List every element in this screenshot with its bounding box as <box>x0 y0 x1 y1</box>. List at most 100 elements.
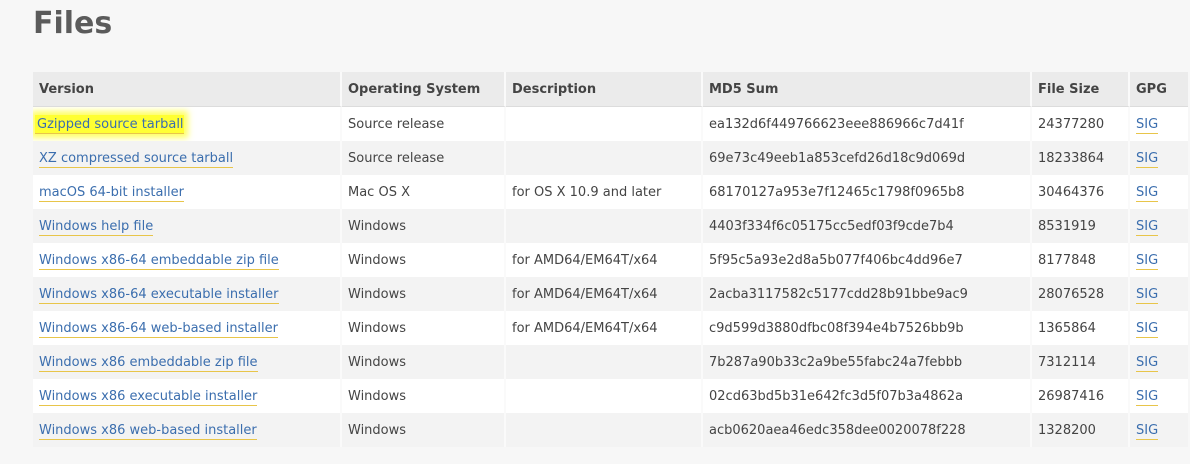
cell-version: Windows x86-64 executable installer <box>33 277 342 311</box>
cell-file-size: 1328200 <box>1032 413 1130 447</box>
header-md5-sum: MD5 Sum <box>703 72 1032 107</box>
sig-link[interactable]: SIG <box>1136 286 1159 304</box>
cell-version: macOS 64-bit installer <box>33 175 342 209</box>
cell-operating-system: Windows <box>342 345 506 379</box>
sig-link[interactable]: SIG <box>1136 252 1159 270</box>
sig-link[interactable]: SIG <box>1136 116 1159 134</box>
header-file-size: File Size <box>1032 72 1130 107</box>
download-link[interactable]: Windows x86-64 web-based installer <box>39 320 278 338</box>
download-link[interactable]: Gzipped source tarball <box>35 114 184 134</box>
cell-version: Windows x86-64 web-based installer <box>33 311 342 345</box>
cell-gpg: SIG <box>1130 379 1188 413</box>
cell-operating-system: Source release <box>342 107 506 141</box>
cell-file-size: 28076528 <box>1032 277 1130 311</box>
table-row: XZ compressed source tarball Source relea… <box>33 141 1188 175</box>
sig-link[interactable]: SIG <box>1136 218 1159 236</box>
cell-md5-sum: 7b287a90b33c2a9be55fabc24a7febbb <box>703 345 1032 379</box>
cell-description <box>506 141 703 175</box>
download-link[interactable]: Windows help file <box>39 218 154 236</box>
table-row: Windows x86 executable installer Windows 0… <box>33 379 1188 413</box>
cell-file-size: 18233864 <box>1032 141 1130 175</box>
cell-file-size: 8177848 <box>1032 243 1130 277</box>
cell-description <box>506 413 703 447</box>
table-row: Windows x86-64 embeddable zip file Window… <box>33 243 1188 277</box>
cell-version: Windows x86 web-based installer <box>33 413 342 447</box>
table-row: macOS 64-bit installer Mac OS Xfor OS X 1… <box>33 175 1188 209</box>
download-link[interactable]: Windows x86 embeddable zip file <box>39 354 258 372</box>
files-table: Version Operating System Description MD5… <box>33 72 1188 447</box>
cell-md5-sum: c9d599d3880dfbc08f394e4b7526bb9b <box>703 311 1032 345</box>
cell-gpg: SIG <box>1130 107 1188 141</box>
cell-version: Windows x86 executable installer <box>33 379 342 413</box>
download-link[interactable]: Windows x86-64 embeddable zip file <box>39 252 279 270</box>
cell-operating-system: Source release <box>342 141 506 175</box>
cell-version: XZ compressed source tarball <box>33 141 342 175</box>
table-row: Windows x86-64 web-based installer Window… <box>33 311 1188 345</box>
cell-description <box>506 379 703 413</box>
cell-version: Windows x86-64 embeddable zip file <box>33 243 342 277</box>
files-section: Files Version Operating System Descripti… <box>0 0 1190 464</box>
cell-operating-system: Windows <box>342 277 506 311</box>
cell-operating-system: Windows <box>342 243 506 277</box>
page-title: Files <box>33 6 113 41</box>
sig-link[interactable]: SIG <box>1136 150 1159 168</box>
table-row: Windows x86-64 executable installer Windo… <box>33 277 1188 311</box>
table-row: Gzipped source tarball Source release ea13… <box>33 107 1188 141</box>
cell-version: Windows help file <box>33 209 342 243</box>
cell-description: for AMD64/EM64T/x64 <box>506 311 703 345</box>
table-row: Windows x86 web-based installer Windows ac… <box>33 413 1188 447</box>
cell-version: Gzipped source tarball <box>33 107 342 141</box>
sig-link[interactable]: SIG <box>1136 320 1159 338</box>
header-operating-system: Operating System <box>342 72 506 107</box>
download-link[interactable]: Windows x86 web-based installer <box>39 422 257 440</box>
table-row: Windows x86 embeddable zip file Windows 7b… <box>33 345 1188 379</box>
cell-file-size: 7312114 <box>1032 345 1130 379</box>
sig-link[interactable]: SIG <box>1136 388 1159 406</box>
table-header-row: Version Operating System Description MD5… <box>33 72 1188 107</box>
cell-gpg: SIG <box>1130 243 1188 277</box>
cell-file-size: 26987416 <box>1032 379 1130 413</box>
download-link[interactable]: macOS 64-bit installer <box>39 184 184 202</box>
cell-file-size: 1365864 <box>1032 311 1130 345</box>
cell-description <box>506 209 703 243</box>
cell-description: for OS X 10.9 and later <box>506 175 703 209</box>
cell-md5-sum: 68170127a953e7f12465c1798f0965b8 <box>703 175 1032 209</box>
cell-file-size: 8531919 <box>1032 209 1130 243</box>
cell-gpg: SIG <box>1130 311 1188 345</box>
cell-md5-sum: ea132d6f449766623eee886966c7d41f <box>703 107 1032 141</box>
cell-operating-system: Windows <box>342 209 506 243</box>
cell-md5-sum: 2acba3117582c5177cdd28b91bbe9ac9 <box>703 277 1032 311</box>
cell-description <box>506 345 703 379</box>
cell-md5-sum: 69e73c49eeb1a853cefd26d18c9d069d <box>703 141 1032 175</box>
cell-description: for AMD64/EM64T/x64 <box>506 243 703 277</box>
cell-gpg: SIG <box>1130 209 1188 243</box>
cell-gpg: SIG <box>1130 141 1188 175</box>
header-description: Description <box>506 72 703 107</box>
cell-file-size: 30464376 <box>1032 175 1130 209</box>
cell-gpg: SIG <box>1130 277 1188 311</box>
cell-operating-system: Windows <box>342 379 506 413</box>
cell-md5-sum: 4403f334f6c05175cc5edf03f9cde7b4 <box>703 209 1032 243</box>
cell-md5-sum: 5f95c5a93e2d8a5b077f406bc4dd96e7 <box>703 243 1032 277</box>
download-link[interactable]: Windows x86 executable installer <box>39 388 258 406</box>
table-row: Windows help file Windows 4403f334f6c05175… <box>33 209 1188 243</box>
sig-link[interactable]: SIG <box>1136 184 1159 202</box>
download-link[interactable]: XZ compressed source tarball <box>39 150 234 168</box>
cell-operating-system: Mac OS X <box>342 175 506 209</box>
cell-gpg: SIG <box>1130 413 1188 447</box>
cell-gpg: SIG <box>1130 345 1188 379</box>
cell-version: Windows x86 embeddable zip file <box>33 345 342 379</box>
cell-md5-sum: acb0620aea46edc358dee0020078f228 <box>703 413 1032 447</box>
cell-md5-sum: 02cd63bd5b31e642fc3d5f07b3a4862a <box>703 379 1032 413</box>
cell-file-size: 24377280 <box>1032 107 1130 141</box>
sig-link[interactable]: SIG <box>1136 354 1159 372</box>
cell-operating-system: Windows <box>342 413 506 447</box>
sig-link[interactable]: SIG <box>1136 422 1159 440</box>
download-link[interactable]: Windows x86-64 executable installer <box>39 286 279 304</box>
cell-description <box>506 107 703 141</box>
cell-description: for AMD64/EM64T/x64 <box>506 277 703 311</box>
header-gpg: GPG <box>1130 72 1188 107</box>
cell-gpg: SIG <box>1130 175 1188 209</box>
cell-operating-system: Windows <box>342 311 506 345</box>
header-version: Version <box>33 72 342 107</box>
